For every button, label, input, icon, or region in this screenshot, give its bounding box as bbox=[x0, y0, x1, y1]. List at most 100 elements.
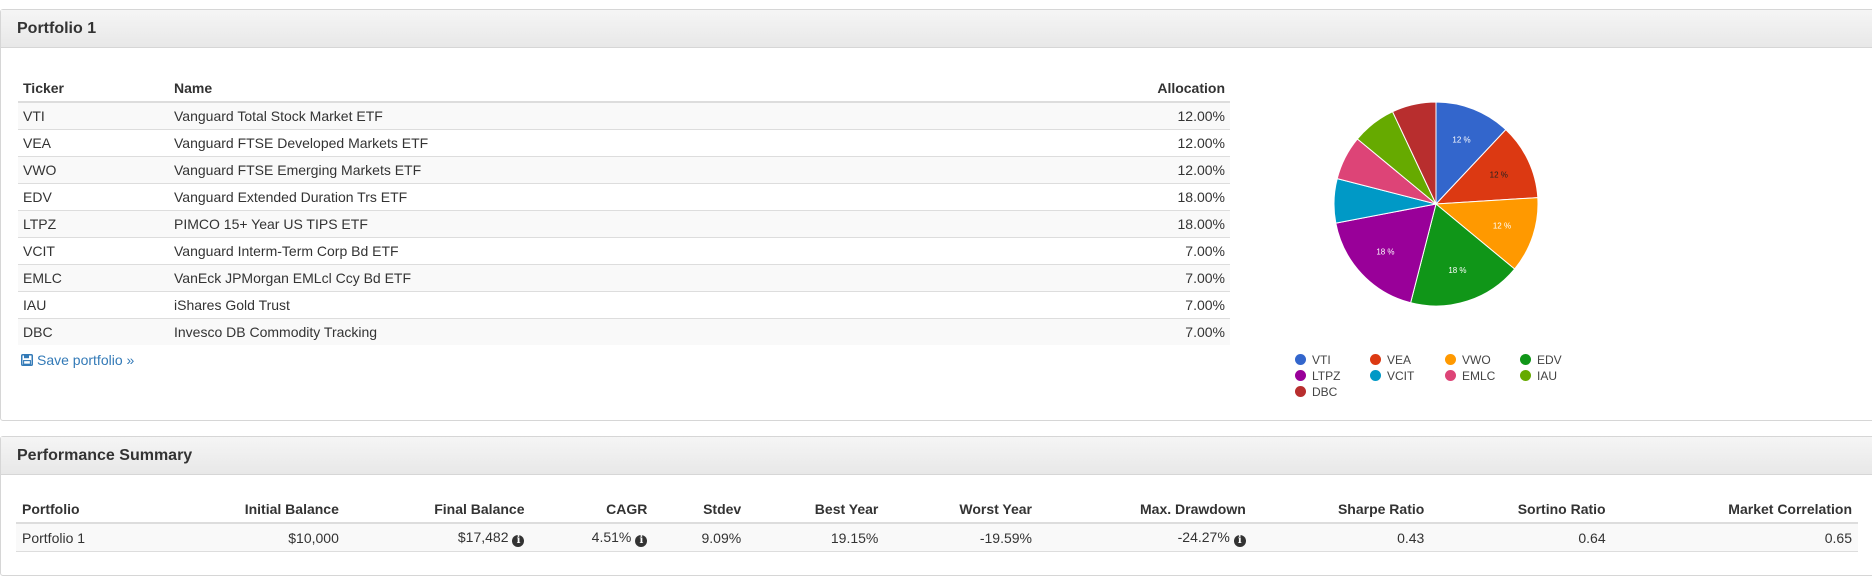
column-header: Initial Balance bbox=[152, 487, 345, 524]
table-row: VEA Vanguard FTSE Developed Markets ETF 12… bbox=[18, 129, 1230, 157]
performance-panel: Performance Summary Portfolio Initial Bal… bbox=[0, 436, 1872, 576]
legend-item-iau[interactable]: IAU bbox=[1520, 368, 1595, 383]
save-portfolio-link[interactable]: Save portfolio » bbox=[21, 352, 134, 368]
allocation-table: Ticker Name Allocation VTI Vanguard Total… bbox=[18, 66, 1230, 345]
info-circle-icon[interactable]: i bbox=[635, 534, 648, 547]
pie-legend: VTI VEA VWO EDV LTPZ VCIT EMLC IAU DBC bbox=[1295, 352, 1595, 399]
cell-name: Invesco DB Commodity Tracking bbox=[169, 318, 989, 345]
legend-label: VWO bbox=[1462, 352, 1491, 367]
legend-item-edv[interactable]: EDV bbox=[1520, 352, 1595, 367]
legend-label: LTPZ bbox=[1312, 368, 1341, 383]
column-header: Sortino Ratio bbox=[1430, 487, 1612, 524]
legend-swatch bbox=[1370, 354, 1381, 365]
cell-final-balance: $17,482 i bbox=[344, 523, 531, 552]
pie-chart-svg: 12 % 12 % 12 % 18 % 18 % bbox=[1333, 101, 1539, 307]
cell-allocation: 12.00% bbox=[988, 156, 1230, 184]
cell-allocation: 18.00% bbox=[988, 210, 1230, 238]
legend-item-vti[interactable]: VTI bbox=[1295, 352, 1370, 367]
legend-item-dbc[interactable]: DBC bbox=[1295, 384, 1370, 399]
column-header: Stdev bbox=[653, 487, 748, 524]
legend-swatch bbox=[1295, 354, 1306, 365]
pie-slice-label: 12 % bbox=[1452, 136, 1470, 145]
column-header-ticker: Ticker bbox=[18, 66, 169, 103]
allocation-table-body: VTI Vanguard Total Stock Market ETF 12.00%… bbox=[18, 101, 1230, 345]
cell-market-correlation: 0.65 bbox=[1611, 523, 1858, 552]
legend-item-vwo[interactable]: VWO bbox=[1445, 352, 1520, 367]
cell-name: Vanguard Interm-Term Corp Bd ETF bbox=[169, 237, 989, 265]
legend-label: IAU bbox=[1537, 368, 1558, 383]
column-header: CAGR bbox=[530, 487, 654, 524]
portfolio-panel-title: Portfolio 1 bbox=[1, 10, 1872, 48]
table-row: LTPZ PIMCO 15+ Year US TIPS ETF 18.00% bbox=[18, 210, 1230, 238]
legend-swatch bbox=[1445, 354, 1456, 365]
cell-sortino-ratio: 0.64 bbox=[1430, 523, 1612, 552]
legend-label: VCIT bbox=[1387, 368, 1415, 383]
cell-name: PIMCO 15+ Year US TIPS ETF bbox=[169, 210, 989, 238]
pie-slice-label: 12 % bbox=[1490, 170, 1508, 179]
cell-allocation: 12.00% bbox=[988, 129, 1230, 157]
cell-allocation: 18.00% bbox=[988, 183, 1230, 211]
cell-name: Vanguard Total Stock Market ETF bbox=[169, 101, 989, 130]
info-circle-icon[interactable]: i bbox=[1233, 534, 1246, 547]
column-header: Worst Year bbox=[884, 487, 1038, 524]
legend-label: VEA bbox=[1387, 352, 1412, 367]
pie-slice-label: 18 % bbox=[1448, 266, 1466, 275]
column-header: Portfolio bbox=[16, 487, 153, 524]
cell-allocation: 7.00% bbox=[988, 237, 1230, 265]
legend-label: DBC bbox=[1312, 384, 1338, 399]
cell-cagr: 4.51% i bbox=[530, 523, 654, 552]
cell-name: Vanguard FTSE Developed Markets ETF bbox=[169, 129, 989, 157]
cell-name: iShares Gold Trust bbox=[169, 291, 989, 319]
cell-allocation: 7.00% bbox=[988, 264, 1230, 292]
table-row: VCIT Vanguard Interm-Term Corp Bd ETF 7.00… bbox=[18, 237, 1230, 265]
save-portfolio-label: Save portfolio » bbox=[37, 352, 135, 368]
legend-item-vcit[interactable]: VCIT bbox=[1370, 368, 1445, 383]
legend-item-emlc[interactable]: EMLC bbox=[1445, 368, 1520, 383]
allocation-pie-chart: 12 % 12 % 12 % 18 % 18 % bbox=[1306, 74, 1566, 334]
column-header: Market Correlation bbox=[1611, 487, 1858, 524]
performance-panel-title: Performance Summary bbox=[1, 437, 1872, 475]
cell-ticker: VEA bbox=[18, 129, 169, 157]
cell-ticker: IAU bbox=[18, 291, 169, 319]
legend-label: EDV bbox=[1537, 352, 1562, 367]
column-header: Best Year bbox=[747, 487, 885, 524]
cagr-value: 4.51% bbox=[591, 528, 632, 545]
legend-swatch bbox=[1370, 370, 1381, 381]
cell-sharpe-ratio: 0.43 bbox=[1251, 523, 1431, 552]
pie-slice-label: 12 % bbox=[1493, 221, 1511, 230]
legend-swatch bbox=[1295, 370, 1306, 381]
cell-ticker: EMLC bbox=[18, 264, 169, 292]
legend-item-ltpz[interactable]: LTPZ bbox=[1295, 368, 1370, 383]
cell-name: Vanguard FTSE Emerging Markets ETF bbox=[169, 156, 989, 184]
cell-max-drawdown: -24.27% i bbox=[1038, 523, 1252, 552]
column-header: Sharpe Ratio bbox=[1251, 487, 1431, 524]
legend-swatch bbox=[1445, 370, 1456, 381]
cell-portfolio: Portfolio 1 bbox=[16, 523, 153, 552]
info-circle-icon[interactable]: i bbox=[512, 534, 525, 547]
cell-ticker: VWO bbox=[18, 156, 169, 184]
cell-name: Vanguard Extended Duration Trs ETF bbox=[169, 183, 989, 211]
table-row: EMLC VanEck JPMorgan EMLcl Ccy Bd ETF 7.00… bbox=[18, 264, 1230, 292]
column-header: Max. Drawdown bbox=[1038, 487, 1252, 524]
performance-row: Portfolio 1 $10,000 $17,482 i 4.51% i 9.09… bbox=[16, 523, 1858, 552]
cell-best-year: 19.15% bbox=[747, 523, 885, 552]
cell-worst-year: -19.59% bbox=[884, 523, 1038, 552]
cell-ticker: DBC bbox=[18, 318, 169, 345]
cell-stdev: 9.09% bbox=[653, 523, 748, 552]
legend-label: EMLC bbox=[1462, 368, 1496, 383]
cell-allocation: 7.00% bbox=[988, 291, 1230, 319]
cell-initial-balance: $10,000 bbox=[152, 523, 345, 552]
legend-label: VTI bbox=[1312, 352, 1331, 367]
table-row: IAU iShares Gold Trust 7.00% bbox=[18, 291, 1230, 319]
column-header-allocation: Allocation bbox=[988, 66, 1230, 103]
performance-table-header: Portfolio Initial Balance Final Balance CAG… bbox=[16, 487, 1858, 524]
legend-swatch bbox=[1520, 370, 1531, 381]
table-row: VWO Vanguard FTSE Emerging Markets ETF 12.… bbox=[18, 156, 1230, 184]
cell-ticker: VTI bbox=[18, 101, 169, 130]
cell-ticker: VCIT bbox=[18, 237, 169, 265]
legend-item-vea[interactable]: VEA bbox=[1370, 352, 1445, 367]
legend-swatch bbox=[1520, 354, 1531, 365]
column-header-name: Name bbox=[169, 66, 989, 103]
cell-allocation: 7.00% bbox=[988, 318, 1230, 345]
legend-swatch bbox=[1295, 386, 1306, 397]
